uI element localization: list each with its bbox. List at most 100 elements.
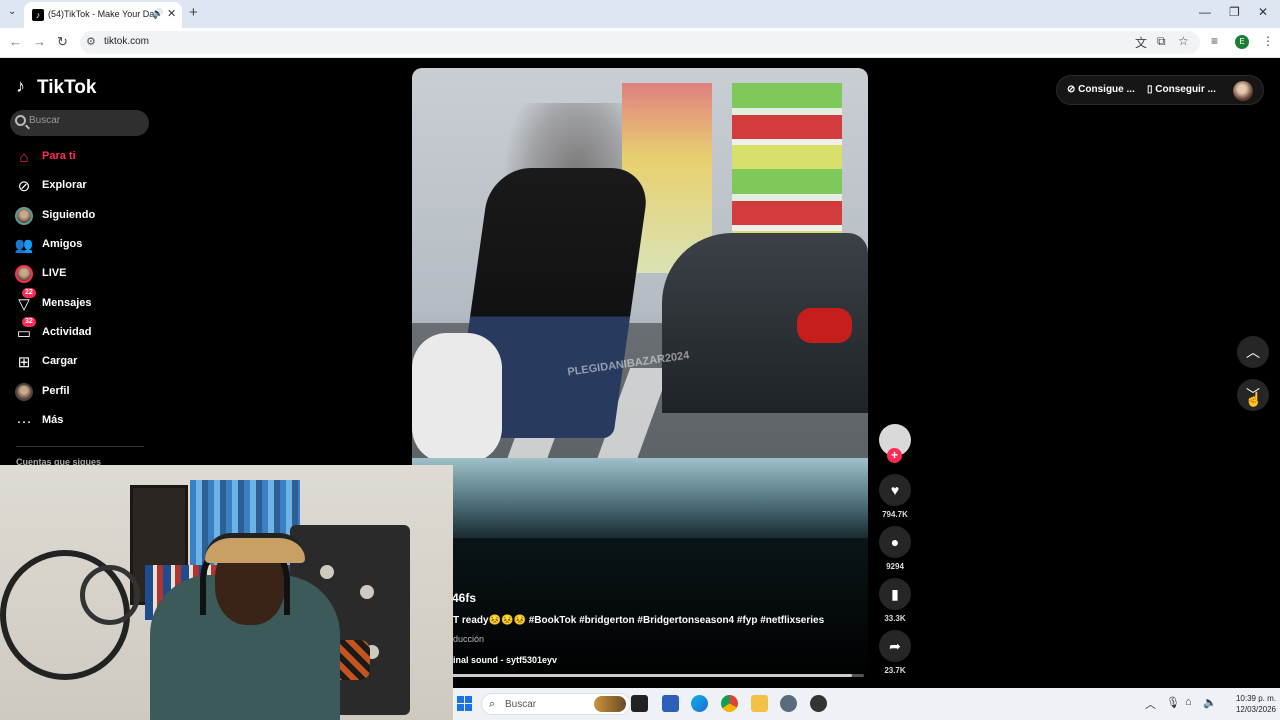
media-controls-icon[interactable]: ≡ xyxy=(1211,34,1218,48)
tiktok-note-icon: ♪ xyxy=(16,76,25,96)
share-count: 23.7K xyxy=(884,666,906,675)
video-sound[interactable]: inal sound - sytf5301eyv xyxy=(453,655,557,665)
install-app-icon[interactable]: ⧉ xyxy=(1157,34,1166,49)
tab-search-icon[interactable]: ⌄ xyxy=(8,6,16,17)
nav-siguiendo[interactable]: Siguiendo xyxy=(14,206,154,228)
comment-action[interactable]: ● 9294 xyxy=(879,526,911,571)
obs-recorder-icon[interactable] xyxy=(810,695,827,712)
get-coins-button[interactable]: ⊘ Consigue ... xyxy=(1067,84,1135,95)
browser-tab[interactable]: ♪ (54)TikTok - Make Your Day 🔊 ✕ xyxy=(24,2,182,28)
nav-perfil[interactable]: Perfil xyxy=(14,382,154,404)
chrome-browser-icon[interactable] xyxy=(721,695,738,712)
nav-label: Explorar xyxy=(42,179,87,191)
start-tile xyxy=(457,704,464,711)
back-arrow-icon[interactable]: ← xyxy=(9,34,22,49)
nav-explorar[interactable]: ⊘ Explorar xyxy=(14,176,154,198)
video-player[interactable]: PLEGIDANIBAZAR2024 xyxy=(412,68,868,680)
nav-live[interactable]: LIVE xyxy=(14,264,154,286)
nav-label: Perfil xyxy=(42,385,70,397)
start-tile xyxy=(465,696,472,703)
nav-label: Siguiendo xyxy=(42,209,96,221)
comment-icon[interactable]: ● xyxy=(879,526,911,558)
file-explorer-icon[interactable] xyxy=(751,695,768,712)
minimize-window-icon[interactable]: — xyxy=(1199,5,1211,19)
close-window-icon[interactable]: ✕ xyxy=(1258,5,1268,19)
nav-label: LIVE xyxy=(42,267,67,279)
microphone-icon[interactable]: 🎙 xyxy=(1166,696,1180,709)
tiktok-search[interactable] xyxy=(10,110,149,136)
brand-name: TikTok xyxy=(37,77,97,98)
task-view-icon[interactable] xyxy=(631,695,648,712)
messages-icon: ▽ xyxy=(18,296,30,313)
windows-taskbar: ⌕ Buscar ︿ 🎙 ⌂ 🔈 10:39 p. m. 12/03/2026 xyxy=(453,688,1280,720)
edge-browser-icon[interactable] xyxy=(691,695,708,712)
forward-arrow-icon[interactable]: → xyxy=(33,34,46,49)
follow-plus-button[interactable]: + xyxy=(887,448,902,463)
profile-avatar[interactable]: E xyxy=(1235,35,1249,49)
share-action[interactable]: ➦ 23.7K xyxy=(879,630,911,675)
previous-video-button[interactable]: ︿ xyxy=(1237,336,1269,368)
profile-avatar-icon xyxy=(14,383,34,403)
store-app-icon[interactable] xyxy=(662,695,679,712)
nav-mensajes[interactable]: ▽ 22 Mensajes xyxy=(14,288,154,316)
see-translation-link[interactable]: ducción xyxy=(453,634,484,644)
nav-mas[interactable]: ··· Más xyxy=(14,411,154,433)
restore-window-icon[interactable]: ❐ xyxy=(1229,5,1240,19)
network-icon[interactable]: ⌂ xyxy=(1185,696,1192,708)
heart-icon[interactable]: ♥ xyxy=(879,474,911,506)
live-icon xyxy=(14,265,34,285)
taskbar-search[interactable]: ⌕ Buscar xyxy=(481,693,631,715)
browser-toolbar: ← → ↻ ⚙ tiktok.com 文 ⧉ ☆ ≡ E ⋮ xyxy=(0,28,1280,58)
tab-audio-icon[interactable]: 🔊 xyxy=(152,8,163,19)
bookmark-star-icon[interactable]: ☆ xyxy=(1178,34,1189,48)
share-arrow-icon[interactable]: ➦ xyxy=(879,630,911,662)
taskbar-search-placeholder: Buscar xyxy=(505,699,537,710)
address-url[interactable]: tiktok.com xyxy=(104,36,149,47)
get-app-button[interactable]: ▯ Conseguir ... xyxy=(1147,84,1216,95)
clock-date: 12/03/2026 xyxy=(1235,705,1276,714)
search-icon: ⌕ xyxy=(489,698,496,710)
settings-gear-icon[interactable] xyxy=(780,695,797,712)
mouse-cursor-icon: ☝ xyxy=(1245,391,1263,407)
nav-cargar[interactable]: ⊞ Cargar xyxy=(14,352,154,374)
clock-time: 10:39 p. m. xyxy=(1235,694,1276,703)
activity-badge: 32 xyxy=(22,317,36,327)
address-bar[interactable]: ⚙ tiktok.com xyxy=(80,31,1200,54)
following-avatar-icon xyxy=(14,207,34,227)
get-app-label: Conseguir ... xyxy=(1155,84,1216,95)
windows-start-icon[interactable] xyxy=(457,696,473,712)
video-author[interactable]: 46fs xyxy=(452,591,476,605)
site-info-icon[interactable]: ⚙ xyxy=(86,35,96,48)
video-progress-bar[interactable] xyxy=(452,674,864,677)
user-avatar[interactable] xyxy=(1233,81,1253,101)
save-count: 33.3K xyxy=(884,614,906,623)
tab-title: (54)TikTok - Make Your Day xyxy=(48,9,159,19)
browser-menu-icon[interactable]: ⋮ xyxy=(1262,34,1274,48)
nav-label: Actividad xyxy=(42,326,92,338)
taskbar-clock[interactable]: 10:39 p. m. 12/03/2026 xyxy=(1226,693,1276,715)
like-action[interactable]: ♥ 794.7K xyxy=(879,474,911,519)
nav-label: Amigos xyxy=(42,238,83,250)
browser-tab-bar: ⌄ ♪ (54)TikTok - Make Your Day 🔊 ✕ + — ❐… xyxy=(0,0,1280,28)
search-input[interactable] xyxy=(29,115,139,126)
like-count: 794.7K xyxy=(882,510,908,519)
video-building xyxy=(732,83,842,233)
search-icon xyxy=(15,115,26,126)
nav-amigos[interactable]: 👥 Amigos xyxy=(14,235,154,257)
volume-icon[interactable]: 🔈 xyxy=(1203,696,1217,709)
new-tab-button[interactable]: + xyxy=(189,4,198,21)
bookmark-icon[interactable]: ▮ xyxy=(879,578,911,610)
car-taillight xyxy=(797,308,852,343)
tray-expand-icon[interactable]: ︿ xyxy=(1145,696,1156,712)
chair-hole xyxy=(320,565,334,579)
translate-icon[interactable]: 文 xyxy=(1135,34,1147,51)
reload-icon[interactable]: ↻ xyxy=(57,34,68,50)
nav-label: Para ti xyxy=(42,150,76,162)
tab-close-icon[interactable]: ✕ xyxy=(167,7,176,20)
chair-hole xyxy=(360,585,374,599)
video-description: T ready😣😣😣 #BookTok #bridgerton #Bridger… xyxy=(453,615,825,626)
nav-actividad[interactable]: ▭ 32 Actividad xyxy=(14,317,154,345)
upload-icon: ⊞ xyxy=(17,354,31,371)
nav-para-ti[interactable]: ⌂ Para ti xyxy=(14,147,154,169)
save-action[interactable]: ▮ 33.3K xyxy=(879,578,911,623)
